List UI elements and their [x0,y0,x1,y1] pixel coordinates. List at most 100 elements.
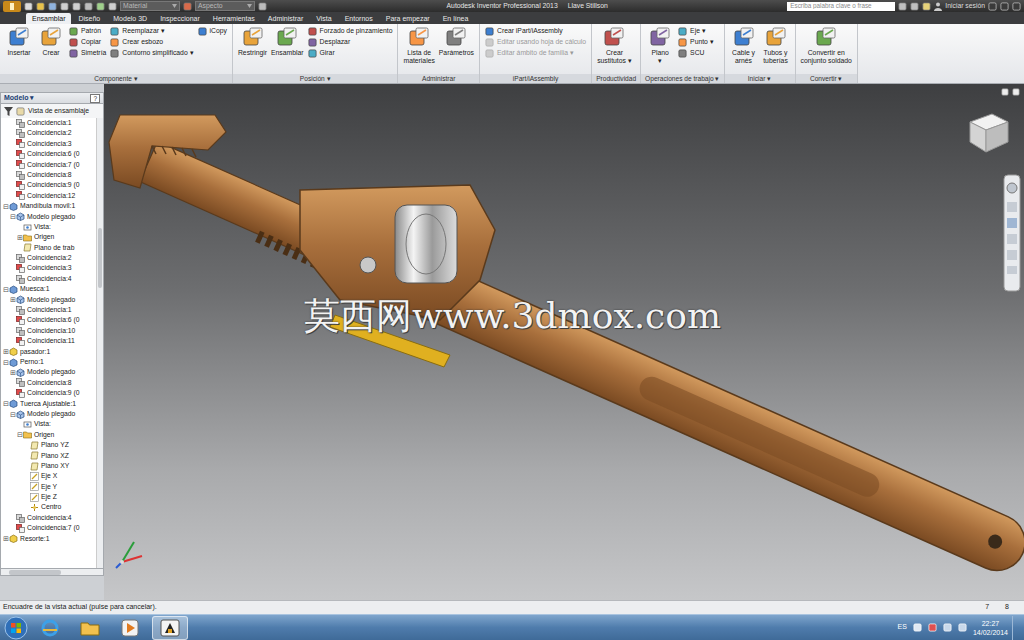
help-button[interactable]: ? [90,94,100,103]
ribbon-tab[interactable]: Entornos [339,13,379,24]
tree-item[interactable]: Vista: [1,419,96,429]
ribbon-button[interactable]: Plano ▾ [646,26,674,64]
tree-item[interactable]: ⊞Modelo plegado [1,295,96,305]
app-menu-icon[interactable] [3,1,21,12]
tree-item[interactable]: Coincidencia:11 [1,336,96,346]
toolbar-icon[interactable] [910,2,919,11]
quick-access-icon[interactable] [108,2,117,11]
expand-toggle[interactable]: ⊟ [2,400,9,407]
tree-item[interactable]: ⊟Origen [1,430,96,440]
tree-item[interactable]: Eje Y [1,482,96,492]
tree-item[interactable]: Plano XZ [1,451,96,461]
ribbon-tab[interactable]: En línea [437,13,475,24]
ribbon-button[interactable]: Copiar [69,37,106,47]
ribbon-button[interactable]: Tubos y tuberías [762,26,790,64]
horizontal-scrollbar[interactable] [0,568,104,576]
ribbon-button[interactable]: Crear esbozo [110,37,193,47]
expand-toggle[interactable]: ⊟ [2,203,9,210]
expand-toggle[interactable]: ⊞ [2,348,9,355]
quick-access-icon[interactable] [36,2,45,11]
tree-item[interactable]: Coincidencia:3 [1,139,96,149]
quick-access-icon[interactable] [48,2,57,11]
viewcube-icon[interactable] [964,108,1012,156]
tree-item[interactable]: ⊟Modelo plegado [1,409,96,419]
dropdown-arrow-icon[interactable] [172,4,177,8]
window-control-icon[interactable] [1012,2,1021,11]
browser-filter[interactable]: Vista de ensamblaje [0,104,104,118]
ribbon-tab[interactable]: Ensamblar [26,13,71,24]
volume-icon[interactable] [958,623,967,632]
tree-item[interactable]: Vista: [1,222,96,232]
help-icon[interactable] [913,623,922,632]
tree-item[interactable]: Eje X [1,471,96,481]
tree-item[interactable]: Coincidencia:2 [1,253,96,263]
scroll-thumb[interactable] [9,570,61,575]
expand-toggle[interactable]: ⊞ [2,535,9,542]
ribbon-tab[interactable]: Para empezar [380,13,436,24]
tree-item[interactable]: Coincidencia:8 [1,378,96,388]
ribbon-tab[interactable]: Administrar [262,13,309,24]
ribbon-tab[interactable]: Diseño [72,13,106,24]
quick-access-icon[interactable] [24,2,33,11]
ribbon-button[interactable]: Restringir [238,26,267,57]
appearance-dropdown[interactable]: Aspecto [195,1,255,11]
clock[interactable]: 22:2714/02/2014 [973,619,1008,637]
expand-toggle[interactable]: ⊟ [16,431,23,438]
tree-item[interactable]: Eje Z [1,492,96,502]
tree-item[interactable]: Centro [1,502,96,512]
toolbar-icon[interactable] [898,2,907,11]
ribbon-button[interactable]: Cable y arnés [730,26,758,64]
expand-toggle[interactable]: ⊟ [2,359,9,366]
material-dropdown[interactable]: Material [120,1,180,11]
tree-item[interactable]: Coincidencia:6 (0 [1,149,96,159]
tree-item[interactable]: Plano XY [1,461,96,471]
graphics-window[interactable]: 莫西网www.3dmox.com [104,84,1024,600]
ribbon-button[interactable]: Crear sustitutos ▾ [597,26,632,64]
ribbon-button[interactable]: Reemplazar ▾ [110,26,193,36]
user-icon[interactable] [934,2,942,11]
action-center-icon[interactable] [928,623,937,632]
tree-item[interactable]: Coincidencia:3 [1,263,96,273]
tree-item[interactable]: Coincidencia:1 [1,118,96,128]
ribbon-tab[interactable]: Inspeccionar [154,13,206,24]
ribbon-button[interactable]: Parámetros [439,26,474,57]
window-control-icon[interactable] [988,2,997,11]
scroll-thumb[interactable] [98,228,102,288]
ribbon-tab[interactable]: Modelo 3D [107,13,153,24]
ribbon-button[interactable]: iCopy [198,26,227,36]
quick-access-icon[interactable] [60,2,69,11]
ribbon-button[interactable]: Lista de materiales [403,26,434,64]
taskbar-button[interactable] [112,616,148,640]
navigation-bar-icon[interactable] [1003,174,1021,292]
tree-item[interactable]: Coincidencia:7 (0 [1,160,96,170]
tree-item[interactable]: ⊞Resorte:1 [1,534,96,544]
expand-toggle[interactable]: ⊞ [16,234,23,241]
tree-item[interactable]: ⊟Modelo plegado [1,212,96,222]
tree-item[interactable]: Coincidencia:2 [1,128,96,138]
language-indicator[interactable]: ES [898,622,907,633]
ribbon-button[interactable]: Girar [308,48,393,58]
ribbon-button[interactable]: SCU [678,48,714,58]
ribbon-tab[interactable]: Herramientas [207,13,261,24]
window-control-icon[interactable] [1000,2,1009,11]
tree-item[interactable]: ⊞pasador:1 [1,347,96,357]
ribbon-button[interactable]: Contorno simplificado ▾ [110,48,193,58]
vertical-scrollbar[interactable] [96,118,103,568]
show-desktop-button[interactable] [1012,616,1020,640]
tree-item[interactable]: ⊟Tuerca Ajustable:1 [1,399,96,409]
tree-item[interactable]: Coincidencia:9 (0 [1,388,96,398]
ribbon-button[interactable]: Eje ▾ [678,26,714,36]
tree-item[interactable]: ⊞Modelo plegado [1,367,96,377]
tree-item[interactable]: Coincidencia:6 (0 [1,315,96,325]
filter-icon[interactable] [4,107,13,116]
ribbon-tab[interactable]: Vista [310,13,337,24]
ribbon-button[interactable]: Patrón [69,26,106,36]
tree-item[interactable]: Coincidencia:4 [1,274,96,284]
browser-header[interactable]: Modelo ▾? [0,92,104,104]
ribbon-button[interactable]: Crear iPart/iAssembly [485,26,586,36]
tree-item[interactable]: Coincidencia:10 [1,326,96,336]
ribbon-button[interactable]: Desplazar [308,37,393,47]
tree-item[interactable]: ⊟Perno:1 [1,357,96,367]
tree-item[interactable]: Coincidencia:1 [1,305,96,315]
quick-access-icon[interactable] [72,2,81,11]
